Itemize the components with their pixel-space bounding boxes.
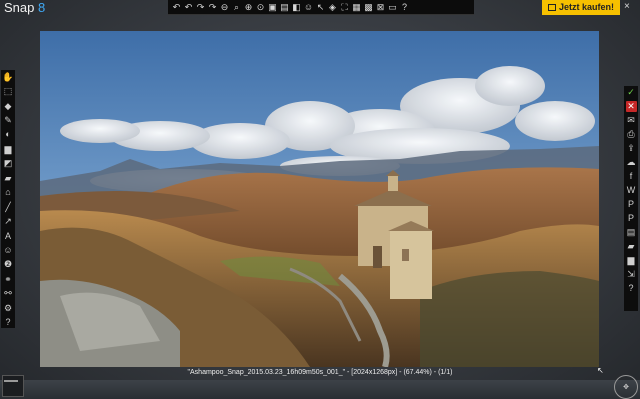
bottom-bar: [0, 380, 640, 399]
buy-now-button[interactable]: Jetzt kaufen!: [542, 0, 620, 15]
export-toolbar: ✓ ✕ ✉ ⎙ ⇪ ☁ f W P P ▤ ▰ ▆ ⇲?: [624, 86, 638, 311]
pan-control-icon[interactable]: ✥: [614, 375, 638, 399]
shapes-tool-icon[interactable]: ⚭: [3, 274, 14, 284]
share-icon[interactable]: ⇲: [626, 269, 637, 280]
stamp-tool-icon[interactable]: ⌂: [3, 188, 14, 198]
pointer-icon[interactable]: ↖: [315, 2, 326, 13]
facebook-icon[interactable]: f: [626, 171, 637, 182]
frame-icon[interactable]: ▭: [387, 2, 398, 13]
text-tool-icon[interactable]: A: [3, 231, 14, 241]
save-file-icon[interactable]: ▆: [626, 255, 637, 266]
image-size-icon[interactable]: ▣: [267, 2, 278, 13]
pdf-export-icon[interactable]: P: [626, 199, 637, 210]
accept-icon[interactable]: ✓: [626, 87, 637, 98]
app-logo-text: Snap: [4, 0, 35, 15]
stamp-icon[interactable]: ⛶: [339, 2, 350, 13]
pen-tool-icon[interactable]: ✎: [3, 115, 14, 125]
print-icon[interactable]: ⎙: [626, 129, 637, 140]
clipboard-icon[interactable]: ▤: [626, 227, 637, 238]
emoji-tool-icon[interactable]: ☺: [3, 245, 14, 255]
main-toolbar: ↶ ↶ ↷ ↷ ⊖ ⌕ ⊕ ⊙ ▣ ▤ ◧ ☺ ↖ ◈ ⛶ ▦ ▩ ⊠ ▭?: [168, 0, 474, 15]
link-tool-icon[interactable]: ⚯: [3, 289, 14, 299]
fit-window-icon[interactable]: ⊙: [255, 2, 266, 13]
buy-now-label: Jetzt kaufen!: [558, 2, 614, 12]
landscape-photo: [40, 31, 599, 367]
hand-tool-icon[interactable]: ✋: [2, 72, 13, 82]
drawing-tools-toolbar: ✋ ⬚ ◆ ✎ ◐ ▆ ◩ ▰ ⌂ ╱ ↗ A ☺ ❷ ⚭ ⚯ ⚙?: [1, 70, 15, 328]
zoom-in-icon[interactable]: ⊕: [243, 2, 254, 13]
rotate-left-icon[interactable]: ↶: [171, 2, 182, 13]
redo-icon[interactable]: ↷: [195, 2, 206, 13]
marker-tool-icon[interactable]: ▰: [3, 173, 14, 183]
fill-icon[interactable]: ◈: [327, 2, 338, 13]
effects-icon[interactable]: ☺: [303, 2, 314, 13]
email-icon[interactable]: ✉: [626, 115, 637, 126]
word-export-icon[interactable]: W: [626, 185, 637, 196]
flickr-icon[interactable]: ☁: [626, 157, 637, 168]
shadow-tool-icon[interactable]: ◩: [3, 159, 14, 169]
arrow-tool-icon[interactable]: ↗: [3, 216, 14, 226]
search-icon[interactable]: ⌕: [231, 2, 242, 13]
file-info-text: "Ashampoo_Snap_2015.03.23_16h09m50s_001_…: [187, 369, 453, 376]
close-app-button[interactable]: ×: [624, 1, 630, 13]
image-canvas[interactable]: [40, 31, 599, 367]
blur-tool-icon[interactable]: ◐: [3, 130, 14, 140]
rotate-right-icon[interactable]: ↷: [207, 2, 218, 13]
settings-tool-icon[interactable]: ⚙: [3, 303, 14, 313]
split-view-icon[interactable]: ◧: [291, 2, 302, 13]
folder-icon[interactable]: ▰: [626, 241, 637, 252]
app-logo: Snap 8: [4, 1, 45, 15]
powerpoint-export-icon[interactable]: P: [626, 213, 637, 224]
fill-tool-icon[interactable]: ▆: [3, 144, 14, 154]
zoom-out-icon[interactable]: ⊖: [219, 2, 230, 13]
status-bar: "Ashampoo_Snap_2015.03.23_16h09m50s_001_…: [0, 368, 640, 380]
cursor-icon: ↖: [597, 366, 604, 375]
help-icon[interactable]: ?: [399, 2, 410, 13]
help-tool-icon[interactable]: ?: [3, 317, 14, 327]
thumbnail-indicator: [4, 380, 18, 382]
cart-icon: [547, 4, 556, 11]
app-logo-version: 8: [38, 0, 46, 15]
numbering-tool-icon[interactable]: ❷: [3, 260, 14, 270]
thumbnail-preview[interactable]: [2, 375, 24, 397]
line-tool-icon[interactable]: ╱: [3, 202, 14, 212]
close-document-icon[interactable]: ⊠: [375, 2, 386, 13]
select-tool-icon[interactable]: ⬚: [3, 86, 14, 96]
eraser-tool-icon[interactable]: ◆: [3, 101, 14, 111]
undo-icon[interactable]: ↶: [183, 2, 194, 13]
save-as-icon[interactable]: ▩: [363, 2, 374, 13]
save-icon[interactable]: ▦: [351, 2, 362, 13]
help-right-icon[interactable]: ?: [626, 283, 637, 294]
crop-icon[interactable]: ▤: [279, 2, 290, 13]
upload-icon[interactable]: ⇪: [626, 143, 637, 154]
cancel-icon[interactable]: ✕: [625, 101, 637, 112]
